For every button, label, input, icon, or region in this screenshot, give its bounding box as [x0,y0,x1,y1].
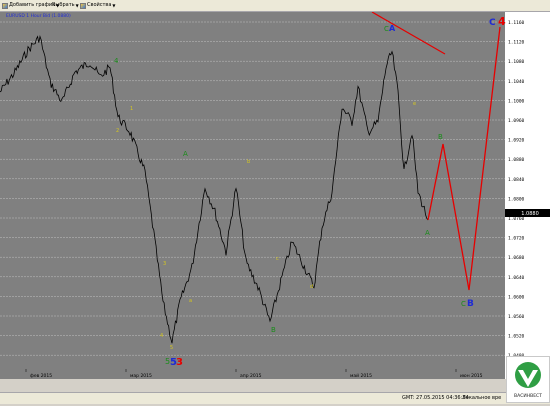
plot-area [0,12,505,379]
instrument-label: EURUSD 1 Hour Bid (1.0880) [6,13,71,19]
wave-label-a: A [183,150,188,158]
subwave-label-1: 1 [130,106,133,112]
current-price-label: 1.0880 [521,211,539,217]
subwave-label-b: b [247,159,250,165]
wave-label-b-forecast: B [438,133,443,141]
local-time-label: Локальное вре [462,395,502,401]
properties-icon [80,2,86,9]
add-chart-button[interactable]: Добавить график ▼ [2,1,59,10]
subwave-label-5: 5 [170,345,173,351]
subwave-label-d: d [310,284,313,290]
wave-label-c-forecast: C [461,300,466,308]
subwave-label-3: 3 [163,261,166,267]
wave-label-3-major: 3 [176,357,183,368]
vasinvest-logo: ВАСИНВЕСТ [506,356,550,403]
select-label: Выбрать [52,2,75,8]
price-tick-label: 1.0800 [508,196,525,202]
price-axis [505,12,550,379]
price-tick-label: 1.0640 [508,275,525,281]
price-tick-label: 1.0680 [508,255,525,261]
date-tick-label: фев 2015 [30,373,52,379]
wave-label-b-major: B [467,299,474,309]
status-bar: GMT: 27.05.2015 04:36:34 Локальное вре [0,392,550,404]
logo-text: ВАСИНВЕСТ [514,393,542,399]
price-chart[interactable]: 1.1160 1.1120 1.1080 1.1040 1.1000 1.0960 1.09… [0,12,550,379]
wave-label-a-top: A [389,24,396,33]
properties-label: Свойства [87,2,112,8]
subwave-label-a: a [189,298,192,304]
date-tick-label: июн 2015 [460,373,483,379]
chart-window: Добавить график ▼ Выбрать ▼ Свойства ▼ 1… [0,0,550,404]
add-chart-label: Добавить график [9,2,56,8]
price-tick-label: 1.1160 [508,20,525,26]
price-tick-label: 1.1120 [508,40,525,46]
price-tick-label: 1.0840 [508,177,525,183]
subwave-label-4: 4 [160,333,163,339]
subwave-label-2: 2 [116,128,119,134]
price-tick-label: 1.1080 [508,59,525,65]
date-tick-label: мар 2015 [130,373,152,379]
price-tick-label: 1.0560 [508,314,525,320]
subwave-label-c: c [276,256,279,262]
subwave-label-e: e [413,101,416,107]
chevron-down-icon: ▼ [112,3,116,8]
gmt-time: GMT: 27.05.2015 04:36:34 [402,395,469,401]
date-tick-label: май 2015 [350,372,372,379]
price-tick-label: 1.0880 [508,157,525,163]
add-chart-icon [2,2,8,9]
select-button[interactable]: Выбрать ▼ [52,1,79,10]
price-tick-label: 1.1000 [508,98,525,104]
price-tick-label: 1.0600 [508,294,525,300]
price-tick-label: 1.0720 [508,236,525,242]
chevron-down-icon: ▼ [75,3,79,8]
price-tick-label: 1.0520 [508,334,525,340]
wave-label-a-current: A [425,229,430,237]
wave-label-c-major: C [489,18,496,28]
date-tick-label: апр 2015 [240,373,262,379]
wave-label-4: 4 [114,57,119,65]
current-price-marker: 1.0880 [505,209,550,217]
wave-label-4-major: 4 [498,15,506,28]
wave-label-b: B [271,326,276,334]
price-tick-label: 1.1040 [508,79,525,85]
chart-toolbar: Добавить график ▼ Выбрать ▼ Свойства ▼ [0,0,550,12]
properties-button[interactable]: Свойства ▼ [80,1,116,10]
price-tick-label: 1.0920 [508,138,525,144]
price-tick-label: 1.0960 [508,118,525,124]
